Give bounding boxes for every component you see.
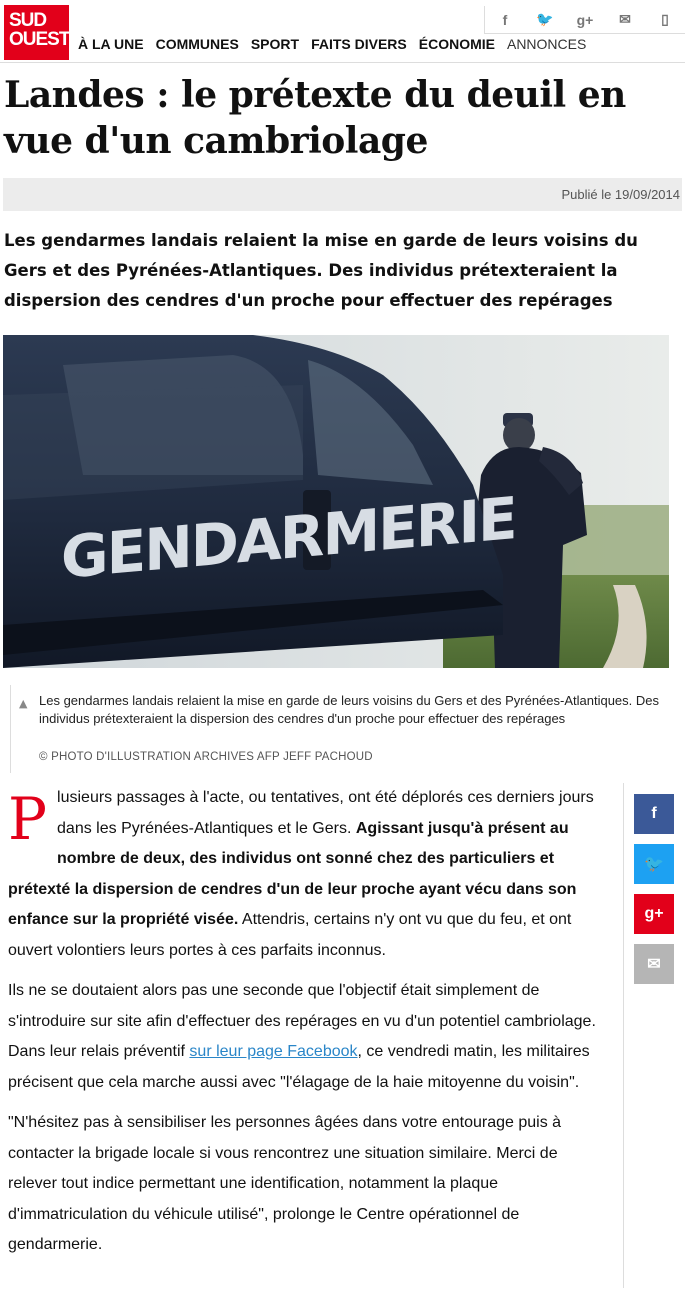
side-share-buttons: f 🐦 g+ ✉: [634, 794, 674, 994]
publication-date: Publié le 19/09/2014: [561, 187, 680, 202]
google-plus-share-button[interactable]: g+: [634, 894, 674, 934]
caption-triangle-icon: ▲: [19, 697, 28, 710]
mail-icon[interactable]: ✉: [605, 6, 645, 33]
paragraph-1: Plusieurs passages à l'acte, ou tentativ…: [8, 783, 608, 966]
main-nav: À LA UNE COMMUNES SPORT FAITS DIVERS ÉCO…: [72, 36, 592, 58]
paragraph-3: "N'hésitez pas à sensibiliser les person…: [8, 1114, 562, 1253]
twitter-share-button[interactable]: 🐦: [634, 844, 674, 884]
article-title: Landes : le prétexte du deuil en vue d'u…: [4, 74, 626, 162]
publication-bar: Publié le 19/09/2014: [3, 178, 682, 211]
mobile-icon[interactable]: ▯: [645, 6, 685, 33]
mail-icon: ✉: [647, 956, 661, 973]
header-divider: [0, 62, 685, 63]
facebook-icon: f: [651, 805, 657, 822]
nav-item-annonces[interactable]: ANNONCES: [501, 36, 592, 58]
twitter-icon: 🐦: [644, 856, 664, 873]
nav-item-economie[interactable]: ÉCONOMIE: [413, 36, 501, 58]
paragraph-2: Ils ne se doutaient alors pas une second…: [8, 976, 608, 1098]
dropcap: P: [8, 785, 48, 853]
twitter-icon[interactable]: 🐦: [525, 6, 565, 33]
sud-ouest-logo[interactable]: SUD OUEST: [4, 5, 70, 60]
facebook-share-button[interactable]: f: [634, 794, 674, 834]
mail-share-button[interactable]: ✉: [634, 944, 674, 984]
nav-item-communes[interactable]: COMMUNES: [150, 36, 245, 58]
article-body: Plusieurs passages à l'acte, ou tentativ…: [8, 783, 608, 1271]
facebook-page-link[interactable]: sur leur page Facebook: [189, 1043, 357, 1060]
logo-line-2: OUEST: [9, 29, 70, 50]
nav-item-faits-divers[interactable]: FAITS DIVERS: [305, 36, 413, 58]
site-header: SUD OUEST f 🐦 g+ ✉ ▯ À LA UNE COMMUNES S…: [0, 0, 685, 66]
facebook-icon[interactable]: f: [485, 6, 525, 33]
article-lead: Les gendarmes landais relaient la mise e…: [4, 231, 638, 310]
photo-caption: ▲ Les gendarmes landais relaient la mise…: [10, 685, 680, 773]
nav-item-a-la-une[interactable]: À LA UNE: [72, 36, 150, 58]
article-photo: GENDARMERIE: [3, 335, 669, 668]
nav-item-sport[interactable]: SPORT: [245, 36, 305, 58]
caption-text: Les gendarmes landais relaient la mise e…: [39, 693, 660, 726]
google-plus-icon: g+: [644, 905, 664, 922]
logo-line-1: SUD: [9, 10, 47, 31]
gendarmerie-van-image: GENDARMERIE: [3, 335, 669, 668]
google-plus-icon[interactable]: g+: [565, 6, 605, 33]
share-toolbar: f 🐦 g+ ✉ ▯: [484, 6, 685, 34]
photo-credit: © PHOTO D'ILLUSTRATION ARCHIVES AFP JEFF…: [39, 751, 373, 763]
sidebar-divider: [623, 783, 624, 1288]
